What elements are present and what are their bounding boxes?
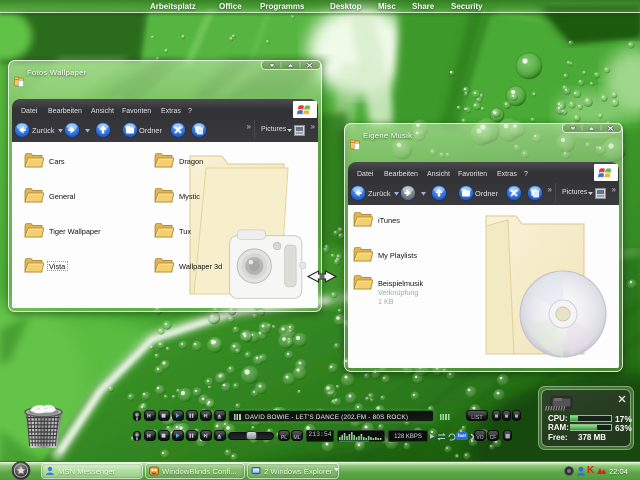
svg-text:LIST: LIST bbox=[471, 415, 483, 421]
svg-text:ML: ML bbox=[293, 435, 300, 441]
svg-text:VO: VO bbox=[476, 435, 483, 441]
svg-text:PL: PL bbox=[281, 435, 287, 441]
svg-text:CF: CF bbox=[490, 435, 497, 441]
